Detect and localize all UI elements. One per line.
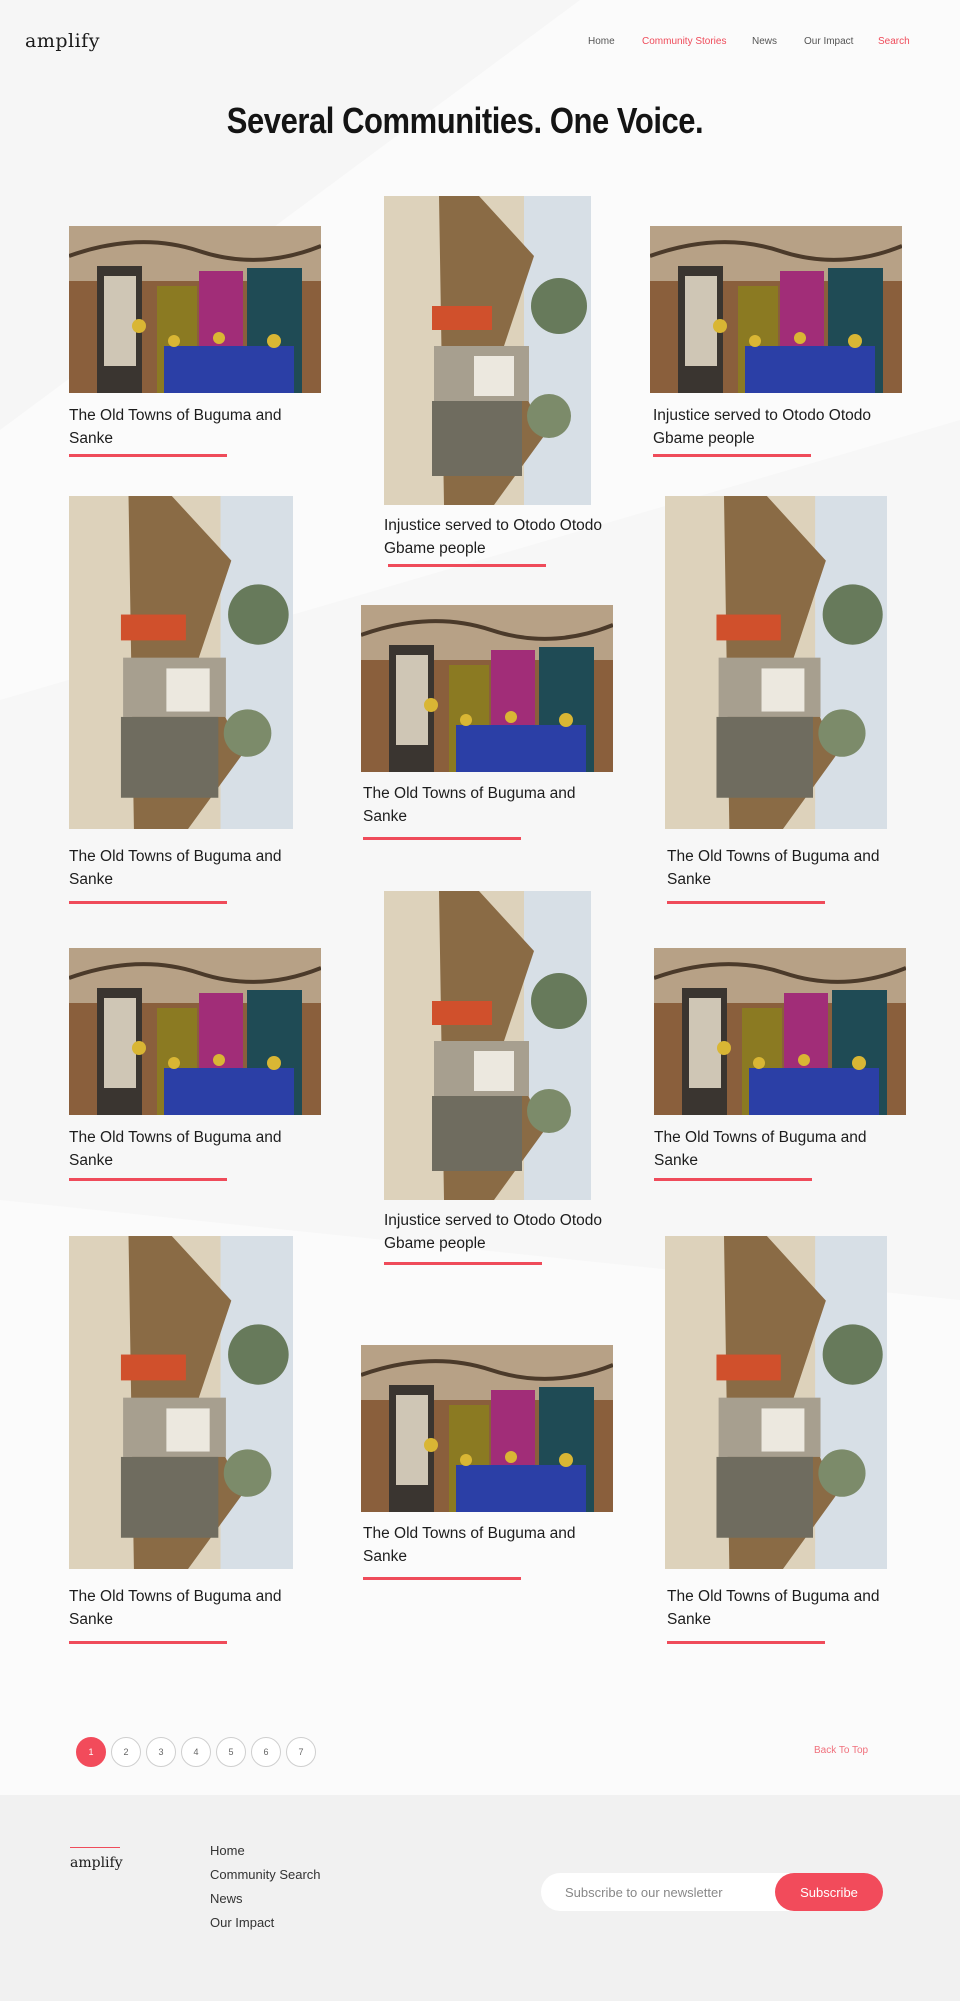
story-title[interactable]: Injustice served to Otodo Otodo Gbame pe… [653,404,873,450]
story-underline [69,454,227,457]
story-underline [69,901,227,904]
story-title[interactable]: The Old Towns of Buguma and Sanke [363,782,583,828]
page-button-6[interactable]: 6 [251,1737,281,1767]
footer-links: Home Community Search News Our Impact [210,1839,321,1935]
newsletter-email-input[interactable] [541,1873,771,1911]
page-button-3[interactable]: 3 [146,1737,176,1767]
page-button-7[interactable]: 7 [286,1737,316,1767]
footer-link-community-search[interactable]: Community Search [210,1863,321,1887]
footer-accent-rule [70,1847,120,1848]
page-button-2[interactable]: 2 [111,1737,141,1767]
group-of-women-photo [361,605,613,772]
market-stall-photo [384,891,591,1200]
page-button-5[interactable]: 5 [216,1737,246,1767]
story-title[interactable]: The Old Towns of Buguma and Sanke [667,1585,887,1631]
nav-community-stories[interactable]: Community Stories [642,35,726,49]
footer-link-news[interactable]: News [210,1887,321,1911]
page-title: Several Communities. One Voice. [226,100,704,141]
story-underline [363,1577,521,1580]
nav-news[interactable]: News [752,35,777,49]
story-underline [654,1178,812,1181]
back-to-top-link[interactable]: Back To Top [814,1745,868,1756]
market-stall-photo [665,496,887,829]
nav-our-impact[interactable]: Our Impact [804,35,853,49]
story-title[interactable]: The Old Towns of Buguma and Sanke [69,404,289,450]
story-title[interactable]: The Old Towns of Buguma and Sanke [69,1585,289,1631]
newsletter-form: Subscribe [541,1873,883,1911]
story-title[interactable]: Injustice served to Otodo Otodo Gbame pe… [384,1209,604,1255]
story-underline [384,1262,542,1265]
footer-link-home[interactable]: Home [210,1839,321,1863]
page-button-4[interactable]: 4 [181,1737,211,1767]
market-stall-photo [69,1236,293,1569]
story-title[interactable]: The Old Towns of Buguma and Sanke [69,845,289,891]
group-of-women-photo [654,948,906,1115]
story-underline [653,454,811,457]
story-underline [667,901,825,904]
story-title[interactable]: The Old Towns of Buguma and Sanke [363,1522,583,1568]
story-underline [69,1641,227,1644]
story-title[interactable]: The Old Towns of Buguma and Sanke [667,845,887,891]
main-nav: Home Community Stories News Our Impact S… [0,35,960,49]
group-of-women-photo [69,226,321,393]
footer-logo[interactable]: amplify [70,1855,123,1871]
subscribe-button[interactable]: Subscribe [775,1873,883,1911]
story-underline [363,837,521,840]
group-of-women-photo [650,226,902,393]
page-button-1[interactable]: 1 [76,1737,106,1767]
group-of-women-photo [361,1345,613,1512]
market-stall-photo [69,496,293,829]
footer-link-our-impact[interactable]: Our Impact [210,1911,321,1935]
nav-search[interactable]: Search [878,35,910,49]
story-title[interactable]: Injustice served to Otodo Otodo Gbame pe… [384,514,604,560]
market-stall-photo [665,1236,887,1569]
story-underline [69,1178,227,1181]
nav-home[interactable]: Home [588,35,615,49]
story-title[interactable]: The Old Towns of Buguma and Sanke [654,1126,874,1172]
story-underline [667,1641,825,1644]
story-title[interactable]: The Old Towns of Buguma and Sanke [69,1126,289,1172]
group-of-women-photo [69,948,321,1115]
story-underline [388,564,546,567]
market-stall-photo [384,196,591,505]
site-footer: amplify Home Community Search News Our I… [0,1795,960,2001]
